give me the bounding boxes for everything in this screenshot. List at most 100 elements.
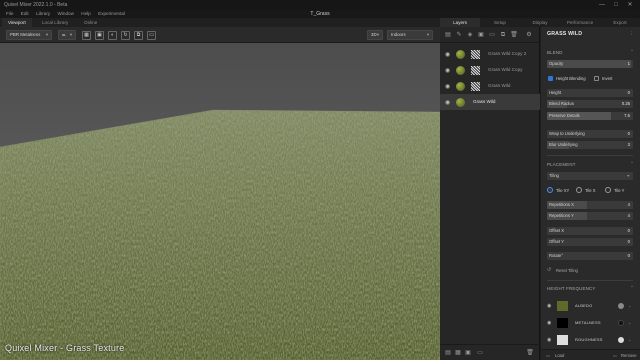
- collapse-icon[interactable]: ⌃: [630, 49, 634, 55]
- collapse-icon[interactable]: ⌃: [630, 161, 634, 167]
- visibility-eye-icon[interactable]: ◉: [445, 51, 450, 58]
- chevron-down-icon[interactable]: ⌄: [628, 303, 632, 308]
- layout-icon[interactable]: ▦: [82, 31, 91, 40]
- visibility-eye-icon[interactable]: ◉: [445, 67, 450, 74]
- offset-y-value: 0: [627, 239, 630, 244]
- menu-window[interactable]: Window: [58, 10, 74, 18]
- placement-mode-dropdown[interactable]: Tiling ▼: [547, 172, 633, 180]
- fill-layer-icon[interactable]: ◈: [466, 31, 474, 39]
- tab-online[interactable]: Online: [78, 18, 103, 27]
- export-icon[interactable]: ⧉: [134, 31, 143, 40]
- channel-row-roughness[interactable]: ◉ ROUGHNESS ⌄: [541, 332, 640, 348]
- material-mode-dropdown[interactable]: PBR Metalness ▼: [6, 30, 52, 40]
- folder-icon[interactable]: ▭: [488, 31, 496, 39]
- channel-name: ALBEDO: [575, 303, 593, 308]
- tab-setup[interactable]: Setup: [480, 18, 520, 27]
- paint-layer-icon[interactable]: ✎: [455, 31, 463, 39]
- display-icon[interactable]: ▣: [95, 31, 104, 40]
- remove-button[interactable]: Remove: [621, 353, 637, 358]
- preserve-details-field[interactable]: Preserve Details 7.5: [547, 112, 633, 120]
- tab-layers[interactable]: Layers: [440, 18, 480, 27]
- tile-x-radio[interactable]: [576, 187, 582, 193]
- tab-display[interactable]: Display: [520, 18, 560, 27]
- channel-dot[interactable]: [618, 337, 624, 343]
- repetitions-x-field[interactable]: Repetitions X 4: [547, 201, 633, 209]
- load-icon[interactable]: ▭: [546, 353, 550, 358]
- channel-row-albedo[interactable]: ◉ ALBEDO ⌄: [541, 298, 640, 314]
- minimize-button[interactable]: —: [597, 1, 607, 9]
- channel-row-metalness[interactable]: ◉ METALNESS ⌄: [541, 315, 640, 331]
- tab-local-library[interactable]: Local Library: [36, 18, 74, 27]
- maximize-button[interactable]: □: [611, 1, 621, 9]
- repetitions-y-label: Repetitions Y: [549, 213, 574, 218]
- visibility-eye-icon[interactable]: ◉: [547, 303, 551, 309]
- menu-edit[interactable]: Edit: [21, 10, 29, 18]
- trash-icon[interactable]: 🗑: [526, 349, 534, 357]
- layer-item-selected[interactable]: ◉ Grass Wild: [440, 94, 540, 110]
- grid-icon[interactable]: ▦: [454, 349, 462, 357]
- albedo-swatch[interactable]: [557, 301, 568, 311]
- load-button[interactable]: Load: [555, 353, 564, 358]
- divider: [547, 155, 633, 156]
- chevron-down-icon[interactable]: ⌄: [628, 320, 632, 325]
- repetitions-y-field[interactable]: Repetitions Y 4: [547, 212, 633, 220]
- visibility-eye-icon[interactable]: ◉: [547, 320, 551, 326]
- metalness-swatch[interactable]: [557, 318, 568, 328]
- height-field[interactable]: Height 0: [547, 89, 633, 97]
- offset-y-field[interactable]: Offset Y 0: [547, 238, 633, 246]
- channel-dot[interactable]: [618, 303, 624, 309]
- rotate-field[interactable]: Rotate° 0: [547, 252, 633, 260]
- right-tab-bar: Layers Setup Display Performance Export: [440, 18, 640, 27]
- visibility-eye-icon[interactable]: ◉: [547, 337, 551, 343]
- frame-icon[interactable]: ▭: [147, 31, 156, 40]
- more-options-icon[interactable]: ⋮: [629, 31, 634, 37]
- menu-help[interactable]: Help: [81, 10, 90, 18]
- settings-icon[interactable]: ⚙: [525, 31, 533, 39]
- environment-dropdown[interactable]: Indoors ▼: [387, 30, 433, 40]
- visibility-eye-icon[interactable]: ◉: [445, 83, 450, 90]
- blend-radius-field[interactable]: Blend Radius 0.25: [547, 100, 633, 108]
- layer-item[interactable]: ◉ Grass Wild Copy: [440, 62, 540, 78]
- viewport-canvas[interactable]: [0, 43, 440, 360]
- height-blending-checkbox[interactable]: [548, 76, 553, 81]
- delete-icon[interactable]: 🗑: [510, 31, 518, 39]
- visibility-eye-icon[interactable]: ◉: [445, 99, 450, 106]
- placement-mode-value: Tiling: [549, 173, 559, 178]
- chevron-down-icon[interactable]: ⌄: [628, 337, 632, 342]
- lighting-icon[interactable]: ◐: [108, 31, 117, 40]
- menu-library[interactable]: Library: [36, 10, 50, 18]
- close-button[interactable]: ✕: [625, 1, 635, 9]
- shape-dropdown[interactable]: ⏢ ▼: [58, 30, 76, 40]
- blend-header: BLEND: [547, 50, 563, 55]
- channel-name: ROUGHNESS: [575, 337, 603, 342]
- menu-bar: File Edit Library Window Help Experiment…: [0, 10, 640, 18]
- menu-file[interactable]: File: [6, 10, 13, 18]
- reset-icon[interactable]: ↺: [547, 267, 551, 273]
- mask-icon[interactable]: ▣: [477, 31, 485, 39]
- layer-item[interactable]: ◉ Grass Wild: [440, 78, 540, 94]
- tile-y-radio[interactable]: [605, 187, 611, 193]
- remove-icon[interactable]: ▭: [613, 353, 617, 358]
- wrap-underlying-field[interactable]: Wrap to Underlying 0: [547, 130, 633, 138]
- tab-viewport[interactable]: Viewport: [2, 18, 32, 27]
- menu-experimental[interactable]: Experimental: [98, 10, 125, 18]
- tile-xy-radio[interactable]: [547, 187, 553, 193]
- duplicate-icon[interactable]: ⧉: [499, 31, 507, 39]
- channel-dot[interactable]: [618, 320, 624, 326]
- reset-tiling-button[interactable]: Reset Tiling: [556, 268, 578, 273]
- layer-stack-icon[interactable]: ▤: [444, 349, 452, 357]
- roughness-swatch[interactable]: [557, 335, 568, 345]
- collapse-icon[interactable]: ⌃: [630, 285, 634, 291]
- blur-underlying-field[interactable]: Blur Underlying 3: [547, 141, 633, 149]
- mask-stack-icon[interactable]: ▣: [464, 349, 472, 357]
- offset-x-field[interactable]: Offset X 0: [547, 227, 633, 235]
- opacity-field[interactable]: Opacity 1: [547, 60, 633, 68]
- folder-icon[interactable]: ▭: [476, 349, 484, 357]
- invert-checkbox[interactable]: [594, 76, 599, 81]
- add-layer-icon[interactable]: ▤: [444, 31, 452, 39]
- tab-performance[interactable]: Performance: [560, 18, 600, 27]
- refresh-icon[interactable]: ↻: [121, 31, 130, 40]
- layer-item[interactable]: ◉ Grass Wild Copy 2: [440, 46, 540, 62]
- view-mode-dropdown[interactable]: 3D ▼: [367, 30, 383, 40]
- tab-export[interactable]: Export: [600, 18, 640, 27]
